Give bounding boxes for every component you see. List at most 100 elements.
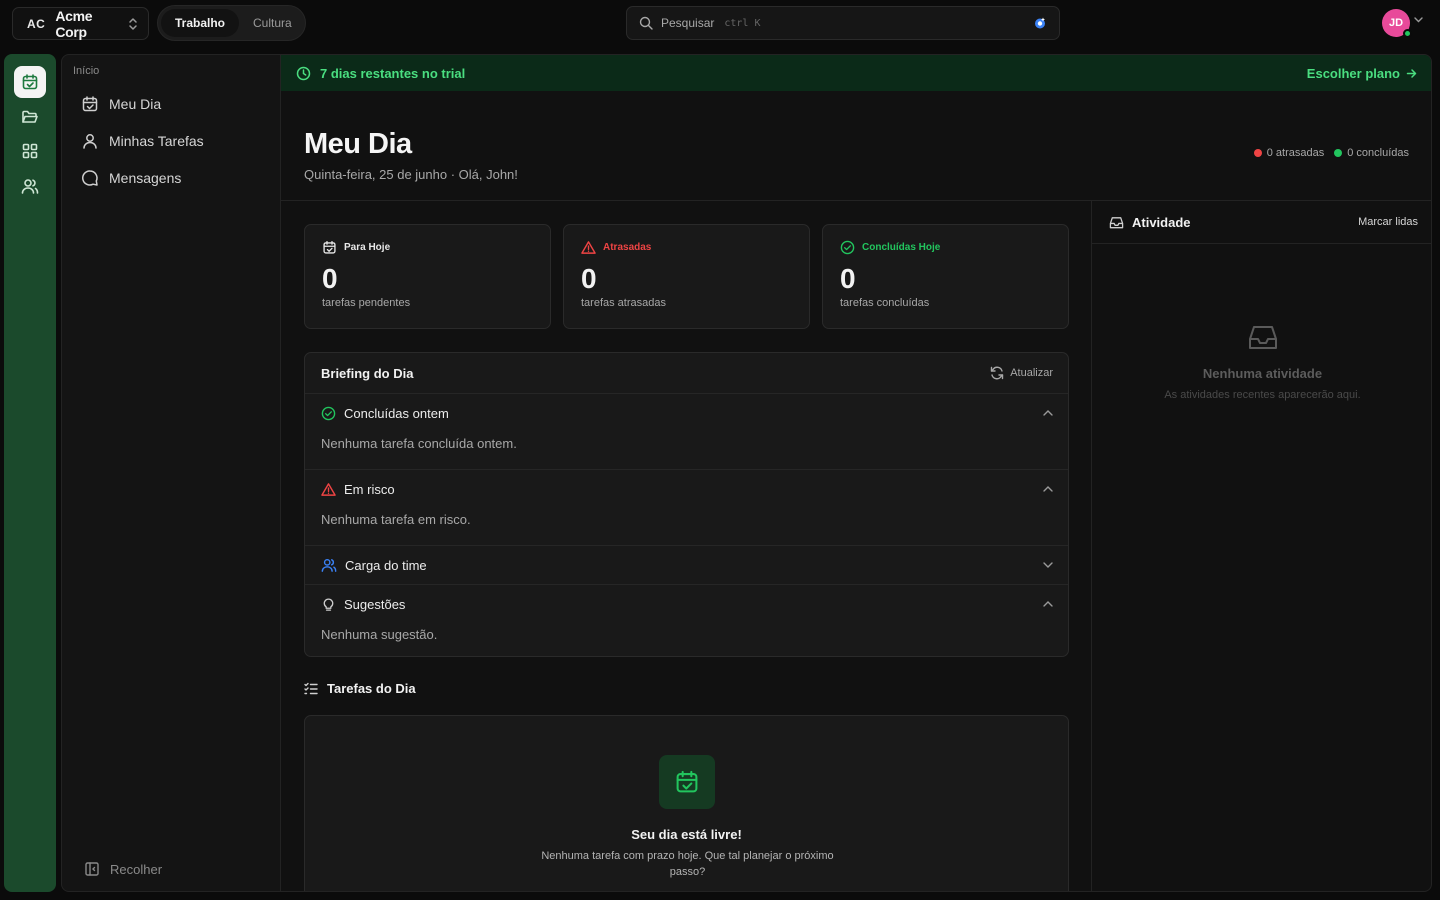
rail-apps[interactable] <box>14 135 46 167</box>
sidebar-item-label: Meu Dia <box>109 96 162 112</box>
org-switcher[interactable]: AC Acme Corp <box>12 7 149 40</box>
briefing-title: Briefing do Dia <box>321 365 414 381</box>
avatar-initials: JD <box>1388 17 1404 29</box>
empty-state-title: Seu dia está livre! <box>631 827 742 842</box>
empty-state-icon-box <box>659 755 715 809</box>
trial-banner: 7 dias restantes no trial Escolher plano <box>281 55 1431 91</box>
check-circle-icon <box>840 240 855 255</box>
clock-icon <box>296 66 311 81</box>
section-title: Em risco <box>344 481 395 497</box>
grid-icon <box>21 142 39 160</box>
choose-plan-label: Escolher plano <box>1306 65 1400 81</box>
card-label: tarefas atrasadas <box>581 297 666 309</box>
sidebar-item-meu-dia[interactable]: Meu Dia <box>72 89 272 119</box>
inbox-icon <box>1247 323 1279 351</box>
card-label: tarefas pendentes <box>322 297 411 309</box>
check-circle-icon <box>321 406 336 421</box>
refresh-button[interactable]: Atualizar <box>990 366 1053 380</box>
ai-assistant-icon[interactable] <box>1033 16 1047 30</box>
user-icon <box>81 132 99 150</box>
mark-read-button[interactable]: Marcar lidas <box>1358 216 1418 228</box>
card-para-hoje[interactable]: Para Hoje 0 tarefas pendentes <box>304 224 551 329</box>
header-stats: 0 atrasadas 0 concluídas <box>1253 147 1409 159</box>
sidebar-item-mensagens[interactable]: Mensagens <box>72 163 272 193</box>
rail-team[interactable] <box>14 170 46 202</box>
chevron-down-icon[interactable] <box>1414 17 1423 23</box>
alert-triangle-icon <box>581 240 596 255</box>
chevron-up-icon <box>1043 601 1053 607</box>
rail-projects[interactable] <box>14 101 46 133</box>
card-header: Atrasadas <box>581 240 651 255</box>
status-dot-green <box>1334 149 1343 157</box>
collapse-label: Recolher <box>110 861 163 877</box>
card-header: Concluídas Hoje <box>840 240 940 255</box>
calendar-check-icon <box>322 240 337 255</box>
refresh-label: Atualizar <box>1010 367 1053 379</box>
workspace-switch: Trabalho Cultura <box>157 5 306 41</box>
calendar-check-icon <box>21 73 39 91</box>
briefing-section-concluidas-ontem[interactable]: Concluídas ontem <box>305 394 1068 432</box>
app-rail <box>4 54 56 892</box>
sidebar-collapse-icon <box>84 861 100 877</box>
briefing-header: Briefing do Dia Atualizar <box>305 353 1068 394</box>
stat-done: 0 concluídas <box>1334 147 1409 159</box>
sidebar-item-label: Mensagens <box>109 170 182 186</box>
stat-done-label: 0 concluídas <box>1347 147 1409 159</box>
sidebar-item-minhas-tarefas[interactable]: Minhas Tarefas <box>72 126 272 156</box>
card-value: 0 <box>581 263 597 294</box>
workspace-tab-cultura[interactable]: Cultura <box>239 9 306 37</box>
section-body: Nenhuma sugestão. <box>321 627 438 642</box>
stat-overdue-label: 0 atrasadas <box>1266 147 1325 159</box>
page-subtitle: Quinta-feira, 25 de junho · Olá, John! <box>304 167 518 182</box>
search-bar[interactable]: Pesquisar ctrl K <box>626 6 1060 40</box>
tasks-title: Tarefas do Dia <box>327 681 416 696</box>
inbox-icon <box>1109 215 1124 230</box>
users-icon <box>321 557 337 573</box>
section-body: Nenhuma tarefa concluída ontem. <box>321 436 517 451</box>
user-avatar[interactable]: JD <box>1382 9 1412 38</box>
folder-open-icon <box>21 108 39 126</box>
search-shortcut: ctrl K <box>724 17 761 29</box>
card-value: 0 <box>840 263 856 294</box>
section-body: Nenhuma tarefa em risco. <box>321 512 471 527</box>
activity-title: Atividade <box>1132 214 1191 230</box>
message-circle-icon <box>81 169 99 187</box>
page-title: Meu Dia <box>304 128 412 160</box>
collapse-sidebar-button[interactable]: Recolher <box>84 861 162 877</box>
briefing-panel: Briefing do Dia Atualizar Concluídas ont… <box>304 352 1069 657</box>
refresh-icon <box>990 366 1004 380</box>
alert-triangle-icon <box>321 482 336 497</box>
arrow-right-icon <box>1406 68 1417 79</box>
org-initials: AC <box>27 16 46 31</box>
workspace-tab-trabalho[interactable]: Trabalho <box>161 9 240 37</box>
activity-empty-subtitle: As atividades recentes aparecerão aqui. <box>1164 389 1361 401</box>
chevron-up-icon <box>1043 486 1053 492</box>
users-icon <box>21 177 39 195</box>
stat-overdue: 0 atrasadas <box>1253 147 1325 159</box>
briefing-section-sugestoes[interactable]: Sugestões <box>305 585 1068 623</box>
card-label: tarefas concluídas <box>840 297 930 309</box>
card-header: Para Hoje <box>322 240 390 255</box>
nav-section-title: Início <box>73 65 100 77</box>
section-title: Carga do time <box>345 557 427 573</box>
sidebar-item-label: Minhas Tarefas <box>109 133 204 149</box>
trial-text: 7 dias restantes no trial <box>320 65 466 81</box>
briefing-section-carga-do-time[interactable]: Carga do time <box>305 546 1068 584</box>
calendar-check-icon <box>81 95 99 113</box>
rail-my-day[interactable] <box>14 66 46 98</box>
card-atrasadas[interactable]: Atrasadas 0 tarefas atrasadas <box>563 224 810 329</box>
list-checks-icon <box>304 682 318 696</box>
card-title: Para Hoje <box>344 242 391 253</box>
empty-state-subtitle: Nenhuma tarefa com prazo hoje. Que tal p… <box>541 850 834 878</box>
section-title: Sugestões <box>344 596 406 612</box>
activity-panel: Atividade Marcar lidas Nenhuma atividade… <box>1091 201 1431 891</box>
calendar-check-icon <box>674 769 700 795</box>
activity-header: Atividade Marcar lidas <box>1092 201 1431 244</box>
main-content: 7 dias restantes no trial Escolher plano… <box>280 54 1432 892</box>
card-concluidas-hoje[interactable]: Concluídas Hoje 0 tarefas concluídas <box>822 224 1069 329</box>
choose-plan-link[interactable]: Escolher plano <box>1307 66 1417 81</box>
lightbulb-icon <box>321 597 336 612</box>
briefing-section-em-risco[interactable]: Em risco <box>305 470 1068 508</box>
org-name: Acme Corp <box>55 7 93 40</box>
card-value: 0 <box>322 263 338 294</box>
